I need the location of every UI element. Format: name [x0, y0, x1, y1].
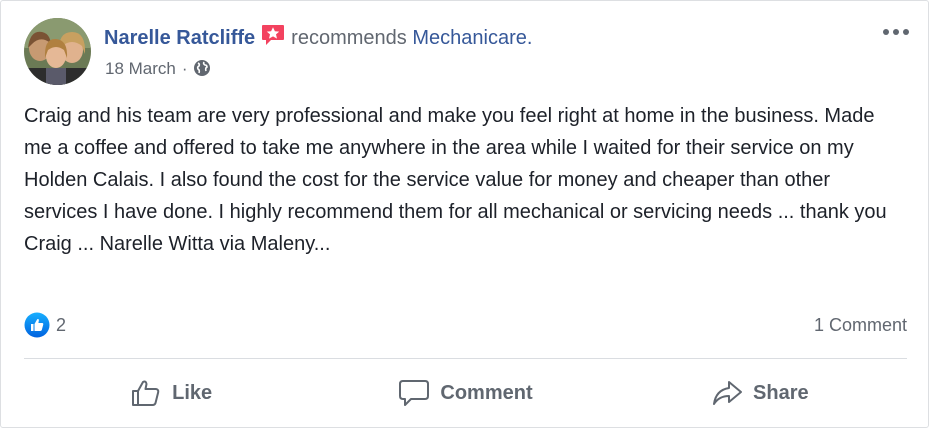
- author-name-link[interactable]: Narelle Ratcliffe: [104, 27, 255, 49]
- like-button-label: Like: [172, 381, 213, 404]
- globe-icon[interactable]: [193, 59, 211, 77]
- post-meta: 18 March ·: [105, 58, 211, 80]
- post-header: Narelle Ratcliffe recommends Mechanicare…: [24, 18, 916, 88]
- like-reaction-icon: [24, 312, 50, 338]
- comment-count-link[interactable]: 1 Comment: [814, 314, 907, 336]
- author-line: Narelle Ratcliffe recommends Mechanicare…: [104, 24, 532, 50]
- thumbs-up-icon: [132, 380, 160, 406]
- page-name-link[interactable]: Mechanicare.: [412, 27, 532, 49]
- share-button[interactable]: Share: [613, 365, 907, 421]
- comment-button-label: Comment: [440, 381, 533, 404]
- reaction-count: 2: [56, 314, 67, 335]
- share-button-label: Share: [753, 381, 809, 404]
- post-card: Narelle Ratcliffe recommends Mechanicare…: [0, 0, 929, 428]
- more-options-icon[interactable]: [880, 22, 912, 42]
- comment-button[interactable]: Comment: [318, 365, 612, 421]
- action-bar: Like Comment Share: [24, 365, 907, 421]
- avatar[interactable]: [24, 18, 91, 85]
- avatar-photo: [24, 18, 91, 85]
- post-body: Craig and his team are very professional…: [24, 105, 893, 255]
- comment-bubble-icon: [399, 380, 430, 406]
- post-date-link[interactable]: 18 March: [105, 59, 176, 78]
- action-divider: [24, 358, 907, 359]
- meta-separator: ·: [181, 59, 188, 78]
- reaction-summary[interactable]: 2: [24, 312, 66, 338]
- recommends-text: recommends: [291, 27, 407, 49]
- share-arrow-icon: [713, 381, 743, 405]
- like-button[interactable]: Like: [24, 365, 318, 421]
- recommendation-star-icon: [261, 24, 285, 46]
